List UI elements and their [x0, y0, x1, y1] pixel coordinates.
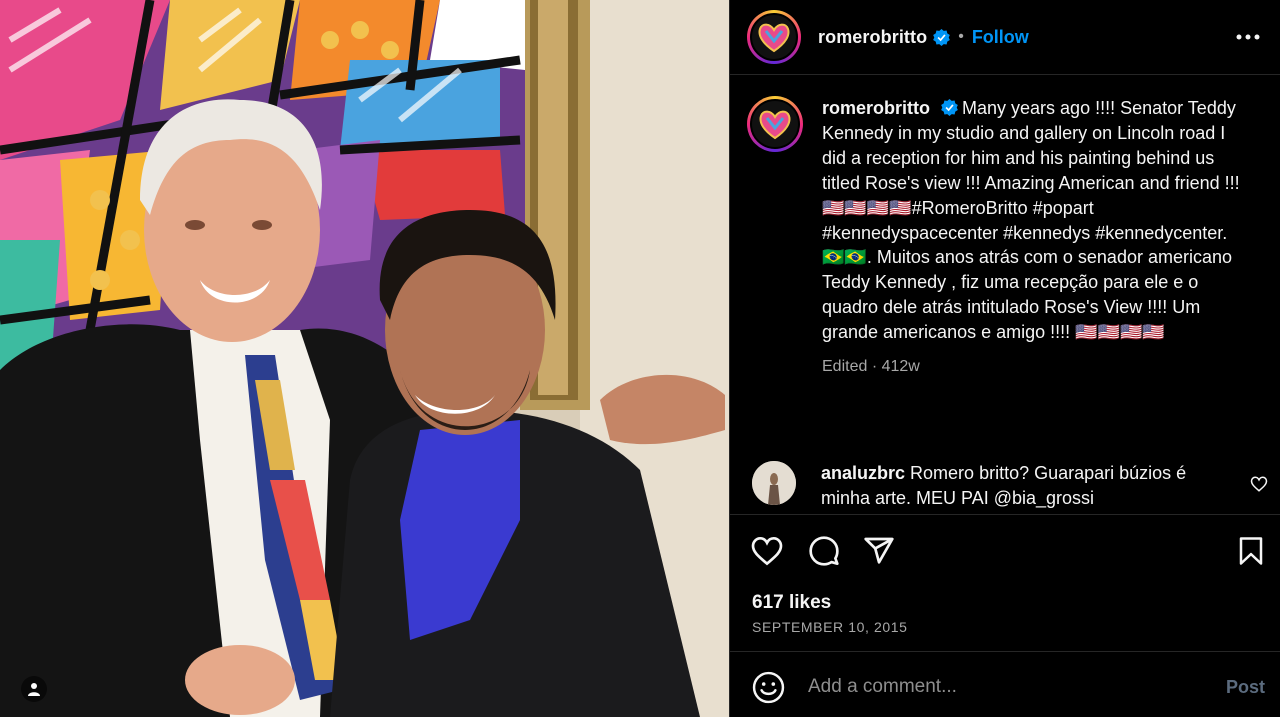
verified-badge-icon — [941, 99, 958, 116]
comment-input[interactable] — [808, 673, 1208, 701]
author-username[interactable]: romerobritto — [818, 27, 927, 48]
share-icon[interactable] — [862, 534, 896, 568]
post-comment-button[interactable]: Post — [1226, 677, 1265, 698]
user-tag-icon[interactable] — [21, 676, 47, 702]
commenter-username[interactable]: analuzbrc — [821, 463, 905, 483]
comment-item: analuzbrc Romero britto? Guarapari búzio… — [752, 461, 1272, 510]
caption-meta: Edited · 412w — [822, 358, 920, 376]
verified-badge-icon — [933, 28, 951, 46]
post-caption: romerobritto Many years ago !!!! Senator… — [747, 96, 1267, 380]
follow-button[interactable]: Follow — [972, 27, 1029, 48]
likes-count[interactable]: 617 likes — [752, 592, 831, 614]
caption-author-avatar[interactable] — [747, 96, 803, 152]
comments-scroll-area[interactable]: romerobritto Many years ago !!!! Senator… — [730, 75, 1280, 513]
commenter-avatar[interactable] — [752, 461, 796, 505]
caption-username[interactable]: romerobritto — [822, 98, 930, 118]
author-avatar[interactable] — [747, 10, 801, 64]
comment-icon[interactable] — [807, 534, 841, 568]
post-image — [0, 0, 729, 717]
post-date[interactable]: SEPTEMBER 10, 2015 — [752, 619, 908, 635]
more-options-icon[interactable] — [1235, 24, 1261, 50]
header-separator: • — [958, 28, 964, 45]
post-photo[interactable] — [0, 0, 729, 717]
post-side-panel: romerobritto • Follow romerobritto Many … — [729, 0, 1280, 717]
emoji-icon[interactable] — [752, 671, 785, 704]
post-header: romerobritto • Follow — [730, 0, 1280, 75]
caption-text: Many years ago !!!! Senator Teddy Kenned… — [822, 98, 1240, 343]
heart-icon[interactable] — [750, 534, 784, 568]
comment-heart-icon[interactable] — [1250, 475, 1268, 493]
post-actions: 617 likes SEPTEMBER 10, 2015 — [730, 514, 1280, 652]
bookmark-icon[interactable] — [1234, 534, 1268, 568]
add-comment-bar: Post — [730, 653, 1280, 717]
